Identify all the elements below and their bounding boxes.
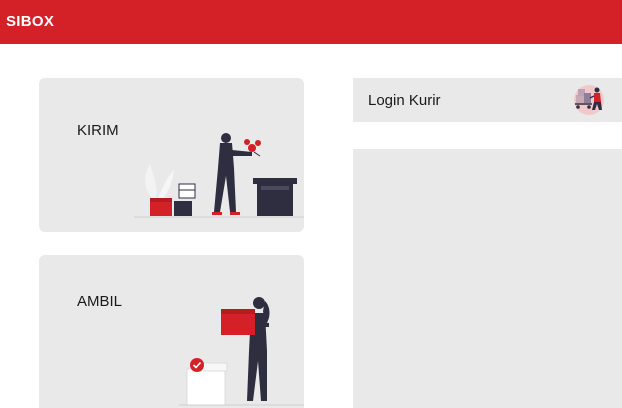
ambil-label: AMBIL bbox=[77, 293, 123, 310]
courier-trolley-icon bbox=[574, 85, 604, 115]
kirim-card[interactable]: KIRIM bbox=[39, 78, 304, 232]
top-bar: SIBOX bbox=[0, 0, 622, 44]
courier-packing-box-icon bbox=[134, 133, 304, 218]
kirim-label: KIRIM bbox=[77, 122, 119, 139]
login-kurir-button[interactable]: Login Kurir bbox=[353, 78, 622, 122]
login-kurir-label: Login Kurir bbox=[368, 92, 441, 109]
ambil-card[interactable]: AMBIL bbox=[39, 255, 304, 408]
person-carrying-box-icon bbox=[179, 297, 304, 406]
content-panel bbox=[353, 149, 622, 408]
brand-logo[interactable]: SIBOX bbox=[6, 13, 54, 30]
